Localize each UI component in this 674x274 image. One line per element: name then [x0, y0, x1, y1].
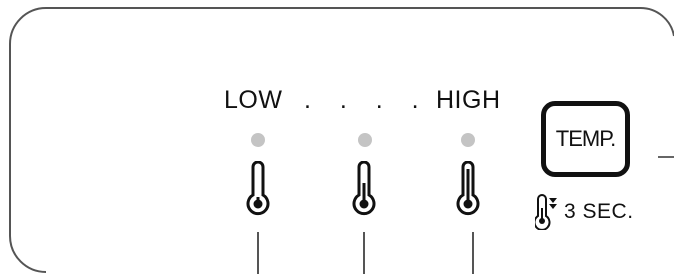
level-high-label: HIGH — [436, 86, 501, 114]
thermometer-down-icon — [535, 194, 557, 230]
temp-button[interactable]: TEMP. — [541, 101, 630, 177]
indicator-light-high — [461, 133, 475, 147]
thermometer-medium-icon — [352, 161, 376, 216]
hold-duration-label: 3 SEC. — [564, 200, 634, 223]
indicator-leader-line-high — [472, 232, 474, 274]
thermometer-high-icon — [456, 161, 480, 216]
indicator-leader-line-low — [257, 232, 259, 274]
level-low-label: LOW — [224, 86, 283, 114]
hold-instruction: 3 SEC. — [535, 192, 634, 232]
indicator-light-low — [251, 133, 265, 147]
indicator-light-medium — [358, 133, 372, 147]
thermometer-low-icon — [246, 161, 270, 216]
temp-button-label: TEMP. — [555, 126, 616, 151]
indicator-leader-line-medium — [363, 232, 365, 274]
temp-button-leader-line — [658, 156, 674, 158]
